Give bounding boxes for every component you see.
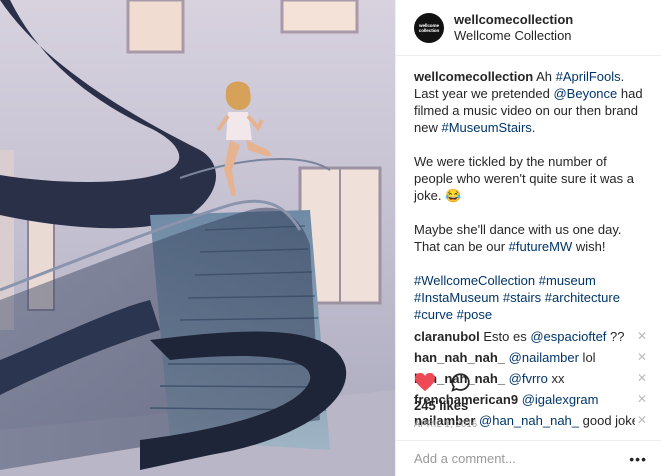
comment-body: xx bbox=[547, 371, 565, 386]
post-date[interactable]: APRIL 1, 2016 bbox=[414, 419, 477, 429]
comment-row: claranubol Esto es @espacioftef ?? ✕ bbox=[414, 327, 647, 348]
caption-hashtags[interactable]: #WellcomeCollection #museum #InstaMuseum… bbox=[414, 272, 647, 323]
comment-body: lol bbox=[578, 350, 596, 365]
comment-text: han_nah_nah_ @nailamber lol bbox=[414, 349, 635, 366]
comment-mention[interactable]: @igalexgram bbox=[522, 392, 599, 407]
avatar[interactable]: wellcome collection bbox=[414, 12, 444, 43]
heart-icon[interactable] bbox=[414, 372, 436, 392]
caption-link[interactable]: #MuseumStairs bbox=[441, 120, 531, 135]
caption-text-3-end: wish! bbox=[572, 239, 606, 254]
close-icon[interactable]: ✕ bbox=[635, 370, 647, 387]
post-header: wellcome collection wellcomecollection W… bbox=[396, 0, 661, 56]
comment-body: good joke u bbox=[582, 413, 635, 428]
comment-row: han_nah_nah_ @nailamber lol ✕ bbox=[414, 348, 647, 369]
close-icon[interactable]: ✕ bbox=[635, 349, 647, 366]
comment-mention[interactable]: @nailamber bbox=[509, 350, 579, 365]
close-icon[interactable]: ✕ bbox=[635, 391, 647, 408]
comment-mention[interactable]: @espacioftef bbox=[530, 329, 606, 344]
header-location[interactable]: Wellcome Collection bbox=[454, 28, 573, 44]
caption-username[interactable]: wellcomecollection bbox=[414, 69, 533, 84]
staircase-image bbox=[0, 0, 395, 476]
more-options-icon[interactable]: ••• bbox=[629, 451, 647, 467]
action-bar bbox=[414, 372, 471, 393]
caption-paragraph-1: wellcomecollection Ah #AprilFools. Last … bbox=[414, 68, 647, 136]
comment-mention[interactable]: @fvrro bbox=[509, 371, 548, 386]
likes-count[interactable]: 245 likes bbox=[414, 398, 468, 413]
comment-body: Esto es bbox=[483, 329, 531, 344]
add-comment-input[interactable]: Add a comment... bbox=[414, 451, 629, 466]
caption-link[interactable]: @Beyonce bbox=[553, 86, 617, 101]
comment-username[interactable]: han_nah_nah_ bbox=[414, 350, 505, 365]
header-username[interactable]: wellcomecollection bbox=[454, 12, 573, 28]
caption: wellcomecollection Ah #AprilFools. Last … bbox=[414, 68, 647, 323]
comment-body: ?? bbox=[606, 329, 625, 344]
post-photo[interactable] bbox=[0, 0, 395, 476]
avatar-logo-text: wellcome collection bbox=[418, 22, 440, 33]
caption-paragraph-2: We were tickled by the number of people … bbox=[414, 154, 634, 203]
close-icon[interactable]: ✕ bbox=[635, 412, 647, 429]
hashtag-link[interactable]: #futureMW bbox=[509, 239, 573, 254]
speech-bubble-icon[interactable] bbox=[450, 372, 471, 393]
comment-mention[interactable]: @han_nah_nah_ bbox=[479, 413, 579, 428]
caption-paragraph-3: Maybe she'll dance with us one day. That… bbox=[414, 221, 647, 255]
close-icon[interactable]: ✕ bbox=[635, 328, 647, 345]
caption-text: . bbox=[531, 120, 536, 135]
add-comment-bar: Add a comment... ••• bbox=[396, 440, 661, 476]
comment-username[interactable]: claranubol bbox=[414, 329, 480, 344]
comment-text: claranubol Esto es @espacioftef ?? bbox=[414, 328, 635, 345]
caption-text: Ah bbox=[536, 69, 556, 84]
caption-link[interactable]: #AprilFools bbox=[556, 69, 621, 84]
post-details-panel: wellcome collection wellcomecollection W… bbox=[395, 0, 661, 476]
